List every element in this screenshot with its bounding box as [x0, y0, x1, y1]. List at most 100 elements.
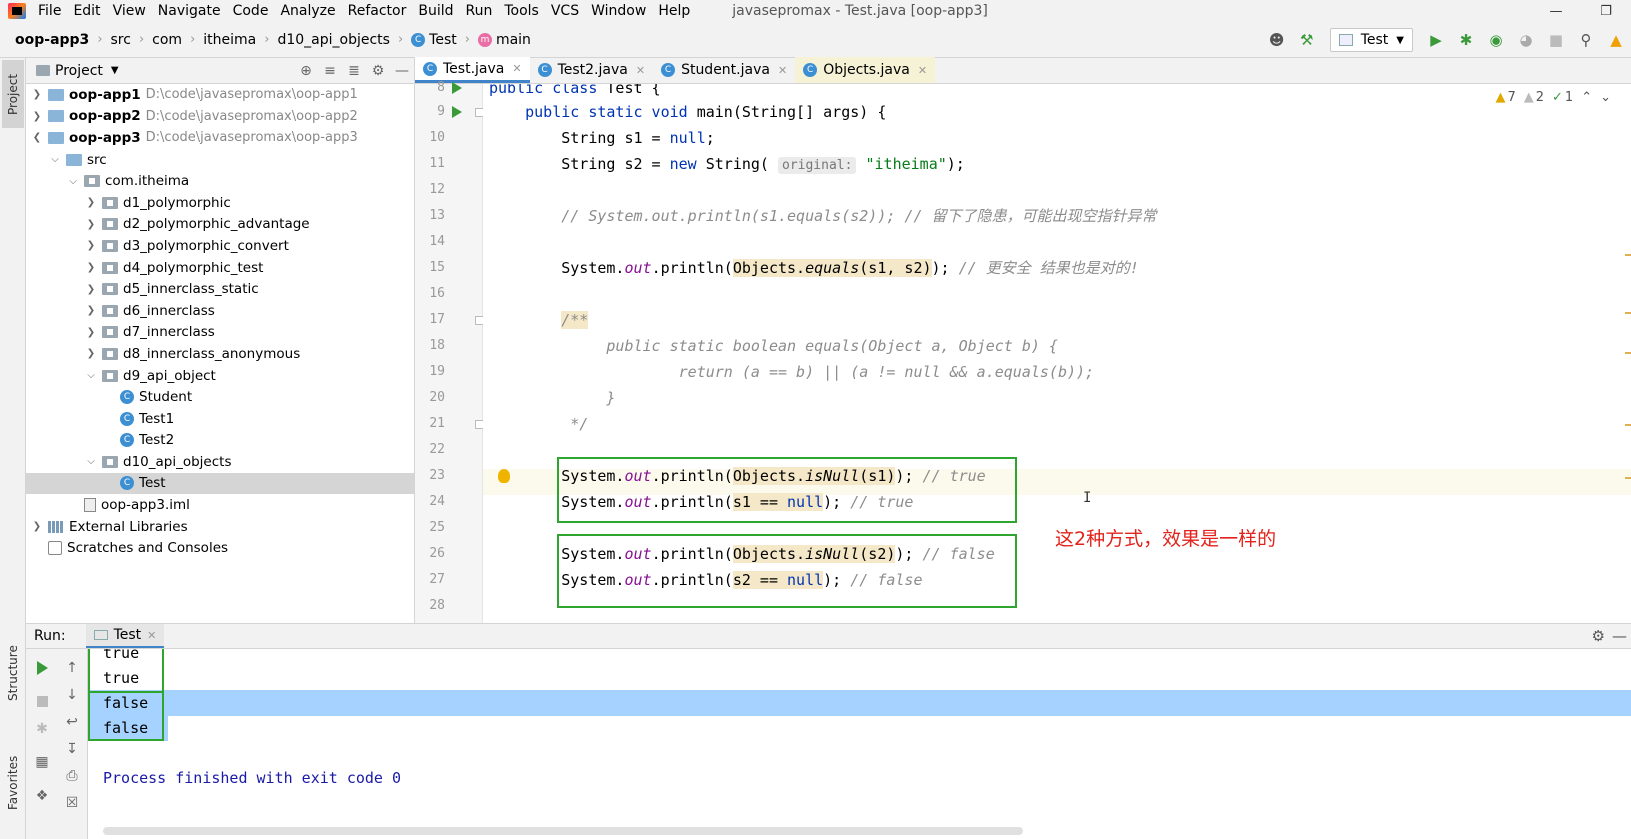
search-icon[interactable]: ⚲	[1573, 27, 1599, 53]
menu-edit[interactable]: Edit	[73, 3, 100, 19]
chevron-down-icon[interactable]: ⌄	[1600, 90, 1611, 105]
tree-item[interactable]: ⌵ src	[26, 149, 414, 171]
tab-test2-java[interactable]: C Test2.java ✕	[530, 57, 653, 83]
tree-item[interactable]: ❯ d2_polymorphic_advantage	[26, 214, 414, 236]
chevron-right-icon[interactable]: ❯	[84, 219, 98, 230]
run-tab-test[interactable]: Test ✕	[85, 624, 165, 648]
tree-item[interactable]: ❯ d1_polymorphic	[26, 192, 414, 214]
tree-item[interactable]: ❯ d6_innerclass	[26, 300, 414, 322]
tree-item[interactable]: C Test2	[26, 430, 414, 452]
tree-item[interactable]: Scratches and Consoles	[26, 537, 414, 559]
chevron-right-icon[interactable]: ❯	[30, 521, 44, 532]
chevron-down-icon[interactable]: ❮	[30, 132, 44, 143]
expand-all-icon[interactable]: ≡	[318, 63, 342, 79]
menu-run[interactable]: Run	[466, 3, 493, 19]
run-config-selector[interactable]: Test ▼	[1329, 28, 1413, 52]
coverage-icon[interactable]: ◉	[1483, 27, 1509, 53]
menu-help[interactable]: Help	[658, 3, 690, 19]
tree-item[interactable]: ⌵ d10_api_objects	[26, 451, 414, 473]
rerun-icon[interactable]	[32, 658, 52, 678]
stop-icon[interactable]: ■	[1543, 27, 1569, 53]
close-icon[interactable]: ✕	[778, 64, 787, 77]
console-output[interactable]: true true false false Process finished w…	[88, 649, 1631, 839]
chevron-right-icon[interactable]: ❯	[30, 89, 44, 100]
tree-item[interactable]: ❯ oop-app1 D:\code\javasepromax\oop-app1	[26, 84, 414, 106]
tree-item[interactable]: ⌵ d9_api_object	[26, 365, 414, 387]
run-icon[interactable]: ▶	[1423, 27, 1449, 53]
chevron-down-icon[interactable]: ⌵	[84, 456, 98, 467]
breadcrumb-method[interactable]: m main	[477, 32, 531, 48]
error-stripe[interactable]	[1625, 84, 1631, 623]
pin-icon[interactable]: ❖	[32, 786, 52, 806]
chevron-right-icon[interactable]: ❯	[84, 262, 98, 273]
stripe-mark[interactable]	[1625, 477, 1631, 479]
breadcrumb-src[interactable]: src	[111, 32, 131, 48]
tree-item[interactable]: ❯ d8_innerclass_anonymous	[26, 343, 414, 365]
chevron-down-icon[interactable]: ⌵	[66, 176, 80, 187]
stripe-mark[interactable]	[1625, 312, 1631, 314]
chevron-right-icon[interactable]: ❯	[84, 327, 98, 338]
trash-icon[interactable]: ☒	[62, 793, 82, 813]
soft-wrap-icon[interactable]: ↩	[62, 712, 82, 732]
tab-student-java[interactable]: C Student.java ✕	[653, 57, 795, 83]
chevron-up-icon[interactable]: ⌃	[1581, 90, 1592, 105]
up-arrow-icon[interactable]: ↑	[62, 658, 82, 678]
tree-item[interactable]: C Student	[26, 386, 414, 408]
build-hammer-icon[interactable]: ⚒	[1294, 27, 1320, 53]
breadcrumb-project[interactable]: oop-app3	[15, 32, 89, 48]
chevron-right-icon[interactable]: ❯	[84, 348, 98, 359]
minimize-icon[interactable]: —	[1531, 0, 1581, 22]
project-panel-title[interactable]: Project	[55, 63, 103, 79]
tree-item[interactable]: ⌵ com.itheima	[26, 170, 414, 192]
menu-analyze[interactable]: Analyze	[280, 3, 335, 19]
breadcrumb-class[interactable]: C Test	[411, 32, 457, 48]
hide-icon[interactable]: —	[1612, 627, 1627, 645]
tree-item[interactable]: ❯ d4_polymorphic_test	[26, 257, 414, 279]
breadcrumb-com[interactable]: com	[152, 32, 182, 48]
horizontal-scrollbar[interactable]	[103, 827, 1023, 835]
close-icon[interactable]: ✕	[512, 62, 521, 75]
gear-icon[interactable]: ⚙	[366, 63, 390, 79]
chevron-down-icon[interactable]: ⌵	[84, 370, 98, 381]
menu-view[interactable]: View	[113, 3, 146, 19]
chevron-right-icon[interactable]: ❯	[84, 240, 98, 251]
inspection-widget[interactable]: ▲ 7 ▲ 2 ✓ 1 ⌃ ⌄	[1487, 90, 1611, 105]
menu-window[interactable]: Window	[591, 3, 646, 19]
tree-item-selected[interactable]: C Test	[26, 472, 414, 495]
menu-navigate[interactable]: Navigate	[158, 3, 221, 19]
stripe-mark[interactable]	[1625, 254, 1631, 256]
chevron-down-icon[interactable]: ▼	[111, 65, 119, 76]
menu-vcs[interactable]: VCS	[551, 3, 579, 19]
user-icon[interactable]: ☻	[1264, 27, 1290, 53]
tree-item[interactable]: ❯ External Libraries	[26, 516, 414, 538]
run-gutter-icon[interactable]	[452, 106, 462, 118]
hide-icon[interactable]: —	[390, 63, 414, 79]
menu-refactor[interactable]: Refactor	[348, 3, 407, 19]
project-tool-tab[interactable]: Project	[2, 60, 24, 128]
tree-item[interactable]: oop-app3.iml	[26, 494, 414, 516]
lightbulb-icon[interactable]	[498, 469, 510, 483]
chevron-down-icon[interactable]: ⌵	[48, 154, 62, 165]
stripe-mark[interactable]	[1625, 424, 1631, 426]
tree-item[interactable]: ❯ d5_innerclass_static	[26, 278, 414, 300]
layout-icon[interactable]: ▦	[32, 752, 52, 772]
chevron-right-icon[interactable]: ❯	[84, 305, 98, 316]
menu-build[interactable]: Build	[418, 3, 453, 19]
chevron-right-icon[interactable]: ❯	[84, 197, 98, 208]
locate-icon[interactable]: ⊕	[294, 63, 318, 79]
tree-item[interactable]: ❯ oop-app2 D:\code\javasepromax\oop-app2	[26, 106, 414, 128]
tab-objects-java[interactable]: C Objects.java ✕	[795, 57, 936, 83]
menu-file[interactable]: File	[38, 3, 61, 19]
scroll-to-end-icon[interactable]: ↧	[62, 739, 82, 759]
tree-item[interactable]: ❯ d3_polymorphic_convert	[26, 235, 414, 257]
run-gutter-icon[interactable]	[452, 82, 462, 94]
tree-item[interactable]: C Test1	[26, 408, 414, 430]
debug-icon[interactable]: ✱	[1453, 27, 1479, 53]
gear-icon[interactable]: ⚙	[1592, 627, 1605, 645]
down-arrow-icon[interactable]: ↓	[62, 685, 82, 705]
menu-code[interactable]: Code	[233, 3, 269, 19]
stop-icon[interactable]	[32, 691, 52, 711]
stripe-mark[interactable]	[1625, 352, 1631, 354]
print-icon[interactable]: ⎙	[62, 766, 82, 786]
close-icon[interactable]: ✕	[636, 64, 645, 77]
